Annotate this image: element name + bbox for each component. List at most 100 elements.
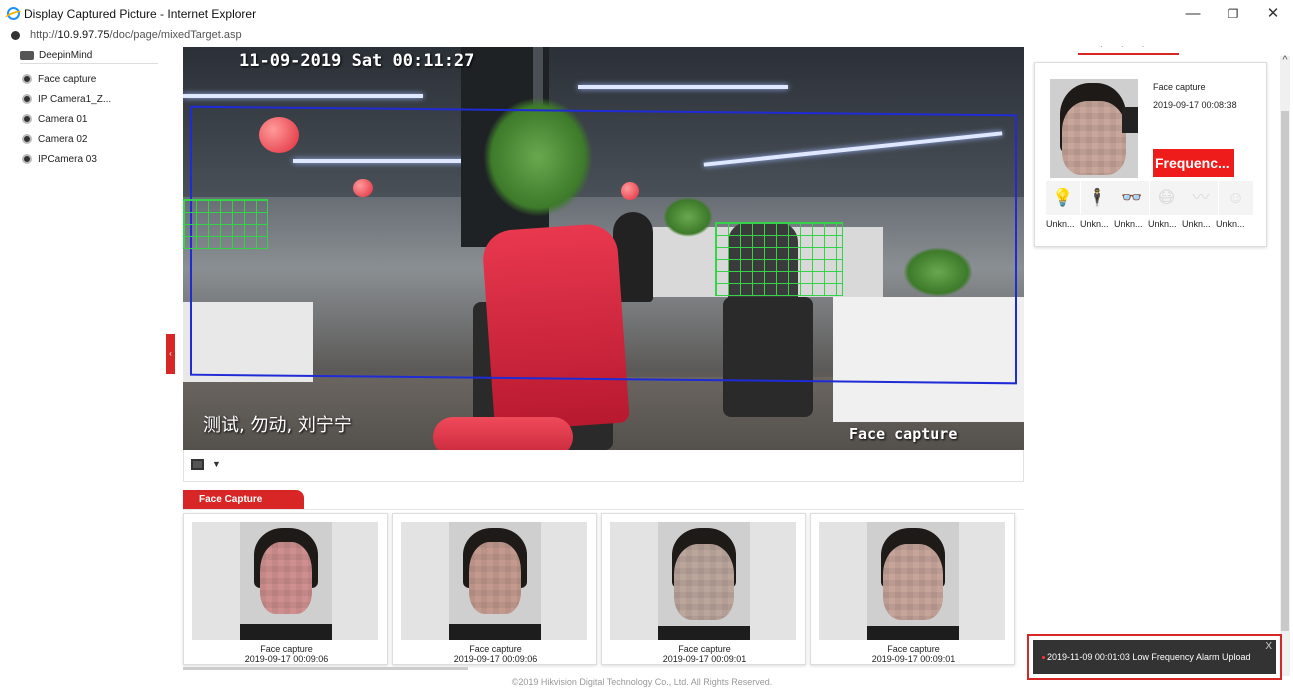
capture-time: 2019-09-17 00:09:06: [453, 654, 538, 664]
mustache-icon: 〰: [1184, 181, 1218, 215]
scrollbar-thumb[interactable]: [1281, 111, 1289, 631]
tree-item-camera-02[interactable]: Camera 02: [22, 132, 87, 146]
video-channel-label: Face capture: [849, 425, 958, 443]
detection-region: [190, 105, 1017, 385]
latest-capture-label: Face capture: [1153, 82, 1206, 92]
right-panel-tabs[interactable]: · · ·: [1100, 42, 1152, 51]
scroll-up-icon[interactable]: ^: [1280, 54, 1290, 66]
right-panel-active-tab-indicator: [1078, 53, 1179, 55]
tab-face-capture[interactable]: Face Capture: [183, 490, 304, 510]
camera-icon: [22, 154, 32, 164]
capture-photo-background: [192, 522, 378, 640]
photo-shirt: [658, 626, 750, 640]
pixelated-face: [469, 542, 521, 614]
capture-strip-scrollbar[interactable]: [183, 667, 468, 670]
capture-label: Face capture: [887, 644, 940, 654]
motion-grid: [183, 199, 268, 249]
internet-explorer-icon: [7, 7, 20, 20]
url-text[interactable]: http://10.9.97.75/doc/page/mixedTarget.a…: [30, 29, 242, 41]
smile-icon: ☺: [1218, 181, 1253, 215]
attribute-label: Unkn...: [1148, 219, 1177, 229]
attribute-label: Unkn...: [1046, 219, 1075, 229]
glasses-icon: 👓: [1115, 181, 1149, 215]
mask-icon: 😷: [1149, 181, 1184, 215]
attribute-label: Unkn...: [1114, 219, 1143, 229]
footer-copyright: ©2019 Hikvision Digital Technology Co., …: [511, 677, 773, 687]
tree-item-camera-01[interactable]: Camera 01: [22, 112, 87, 126]
window-titlebar: Display Captured Picture - Internet Expl…: [0, 0, 1293, 28]
person-icon: 🕴: [1080, 181, 1115, 215]
capture-card[interactable]: Face capture 2019-09-17 00:09:06: [392, 513, 597, 665]
attribute-label-row: Unkn... Unkn... Unkn... Unkn... Unkn... …: [1046, 219, 1268, 229]
video-timestamp: 11-09-2019 Sat 00:11:27: [239, 51, 475, 71]
attribute-label: Unkn...: [1216, 219, 1245, 229]
video-scene-light: [578, 85, 788, 89]
capture-photo-background: [401, 522, 587, 640]
alarm-dot-icon: [1042, 656, 1045, 660]
address-bar[interactable]: http://10.9.97.75/doc/page/mixedTarget.a…: [0, 28, 1293, 43]
tree-item-ip-camera1[interactable]: IP Camera1_Z...: [22, 92, 111, 106]
alarm-notification[interactable]: 2019-11-09 00:01:03 Low Frequency Alarm …: [1033, 640, 1276, 674]
capture-photo: [240, 522, 332, 640]
tree-root-deepinmind[interactable]: DeepinMind: [20, 47, 92, 63]
camera-icon: [22, 134, 32, 144]
tree-divider: [20, 63, 158, 64]
tree-item-label: Camera 02: [38, 133, 88, 145]
tree-item-label: Camera 01: [38, 113, 88, 125]
pixelated-face: [260, 542, 312, 614]
page-icon: [11, 31, 20, 40]
camera-icon: [22, 94, 32, 104]
capture-label: Face capture: [678, 644, 731, 654]
alarm-close-button[interactable]: X: [1265, 630, 1272, 664]
video-overlay-name: 测试, 勿动, 刘宁宁: [203, 415, 352, 436]
capture-photo: [658, 522, 750, 640]
tree-item-face-capture[interactable]: Face capture: [22, 72, 96, 86]
photo-shirt: [867, 626, 959, 640]
tree-root-label: DeepinMind: [39, 49, 93, 61]
capture-card[interactable]: Face capture 2019-09-17 00:09:01: [601, 513, 806, 665]
camera-icon: [22, 74, 32, 84]
close-button[interactable]: ✕: [1256, 4, 1290, 24]
pixelated-face: [1062, 101, 1126, 175]
tree-item-label: IP Camera1_Z...: [38, 93, 112, 105]
window-layout-icon[interactable]: [191, 459, 204, 470]
latest-capture-card[interactable]: Face capture 2019-09-17 00:08:38 Frequen…: [1034, 62, 1267, 247]
device-tree-sidebar: DeepinMind Face capture IP Camera1_Z... …: [0, 43, 162, 688]
photo-shirt: [240, 624, 332, 640]
tree-item-ipcamera-03[interactable]: IPCamera 03: [22, 152, 97, 166]
capture-label: Face capture: [260, 644, 313, 654]
capture-photo-background: [819, 522, 1005, 640]
capture-photo-background: [610, 522, 796, 640]
video-scene-cushion: [433, 417, 573, 450]
live-video-view[interactable]: 11-09-2019 Sat 00:11:27 测试, 勿动, 刘宁宁 Face…: [183, 47, 1024, 450]
capture-card[interactable]: Face capture 2019-09-17 00:09:06: [183, 513, 388, 665]
capture-card[interactable]: Face capture 2019-09-17 00:09:01: [810, 513, 1015, 665]
capture-time: 2019-09-17 00:09:06: [244, 654, 329, 664]
attribute-label: Unkn...: [1080, 219, 1109, 229]
capture-time: 2019-09-17 00:09:01: [662, 654, 747, 664]
device-icon: [20, 50, 34, 60]
frequency-badge: Frequenc...: [1153, 149, 1234, 177]
pixelated-face: [674, 544, 734, 620]
video-toolbar: ▼: [183, 450, 1024, 482]
minimize-button[interactable]: —: [1176, 4, 1210, 24]
bulb-icon: 💡: [1046, 181, 1080, 215]
alarm-text: 2019-11-09 00:01:03 Low Frequency Alarm …: [1047, 652, 1251, 662]
attribute-icon-row: 💡 🕴 👓 😷 〰 ☺: [1046, 181, 1261, 215]
photo-shirt: [449, 624, 541, 640]
tree-item-label: IPCamera 03: [38, 153, 97, 165]
restore-button[interactable]: ❐: [1216, 4, 1250, 24]
latest-capture-time: 2019-09-17 00:08:38: [1153, 100, 1237, 110]
layout-dropdown-caret[interactable]: ▼: [212, 459, 221, 469]
sidebar-collapse-button[interactable]: ‹: [166, 334, 175, 374]
strip-divider: [183, 509, 1024, 510]
video-scene-light: [183, 94, 423, 98]
right-panel-scrollbar[interactable]: ^: [1280, 54, 1290, 676]
motion-grid: [715, 222, 843, 296]
attribute-label: Unkn...: [1182, 219, 1211, 229]
tree-item-label: Face capture: [38, 73, 97, 85]
window-title: Display Captured Picture - Internet Expl…: [24, 7, 257, 21]
capture-photo: [867, 522, 959, 640]
capture-label: Face capture: [469, 644, 522, 654]
capture-time: 2019-09-17 00:09:01: [871, 654, 956, 664]
